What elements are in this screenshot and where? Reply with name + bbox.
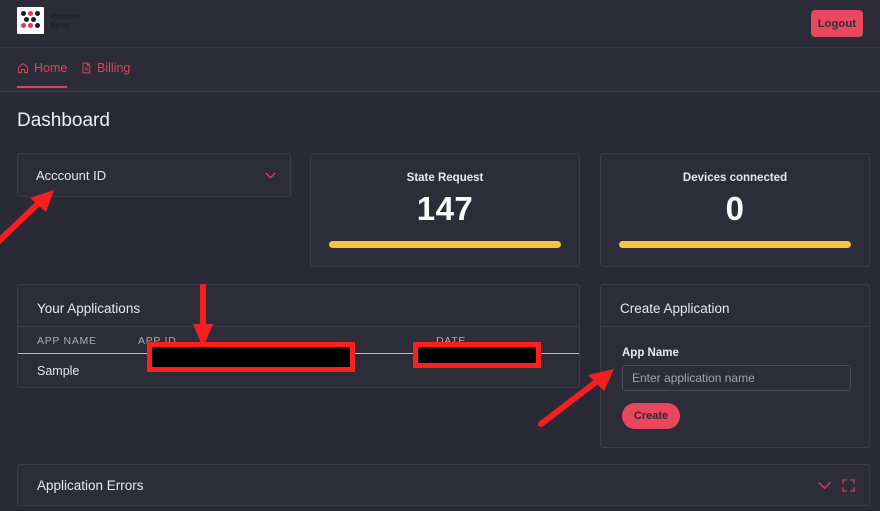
panel-divider bbox=[601, 326, 869, 327]
dashboard-page: Hamoni Sync Logout Home Billing Dashboar… bbox=[0, 0, 880, 511]
account-id-select[interactable]: Acccount ID bbox=[17, 153, 291, 197]
stat-card-state-request: State Request 147 bbox=[310, 153, 580, 267]
create-application-panel: Create Application App Name Create bbox=[600, 284, 870, 448]
app-name-input[interactable] bbox=[622, 365, 851, 391]
cell-app-name: Sample bbox=[37, 364, 79, 378]
chevron-down-icon[interactable] bbox=[818, 479, 831, 492]
nav-item-home-label: Home bbox=[34, 61, 67, 75]
fullscreen-icon[interactable] bbox=[842, 479, 855, 492]
brand-logo[interactable]: Hamoni Sync bbox=[17, 7, 81, 34]
application-errors-title: Application Errors bbox=[37, 478, 144, 493]
page-title: Dashboard bbox=[17, 110, 110, 132]
stat-progress-bar bbox=[619, 241, 851, 248]
stat-label: State Request bbox=[311, 172, 579, 184]
app-name-label: App Name bbox=[622, 347, 679, 359]
stat-label: Devices connected bbox=[601, 172, 869, 184]
application-errors-panel: Application Errors bbox=[17, 464, 870, 506]
your-applications-title: Your Applications bbox=[37, 301, 140, 316]
create-button[interactable]: Create bbox=[622, 403, 680, 429]
account-id-select-value: Acccount ID bbox=[36, 168, 106, 183]
stat-value: 0 bbox=[601, 190, 869, 228]
your-applications-panel: Your Applications APP NAME APP ID DATE S… bbox=[17, 284, 580, 388]
stat-value: 147 bbox=[311, 190, 579, 228]
create-application-title: Create Application bbox=[620, 301, 730, 316]
home-icon bbox=[17, 62, 29, 74]
nav-item-billing[interactable]: Billing bbox=[80, 61, 130, 86]
logout-button[interactable]: Logout bbox=[811, 10, 863, 37]
column-header-app-name: APP NAME bbox=[37, 335, 97, 347]
brand-name: Hamoni Sync bbox=[50, 12, 81, 30]
redacted-app-id bbox=[147, 342, 355, 372]
nav-item-billing-label: Billing bbox=[97, 61, 130, 75]
hamoni-logo-mark-icon bbox=[17, 7, 44, 34]
stat-progress-bar bbox=[329, 241, 561, 248]
table-row[interactable]: Sample bbox=[18, 355, 579, 388]
chevron-down-icon bbox=[265, 172, 276, 179]
main-nav: Home Billing bbox=[0, 48, 880, 92]
document-icon bbox=[80, 62, 92, 74]
nav-item-home[interactable]: Home bbox=[17, 61, 67, 88]
redacted-date bbox=[413, 342, 541, 368]
top-bar: Hamoni Sync Logout bbox=[0, 0, 880, 48]
stat-card-devices-connected: Devices connected 0 bbox=[600, 153, 870, 267]
application-errors-actions bbox=[818, 479, 855, 492]
